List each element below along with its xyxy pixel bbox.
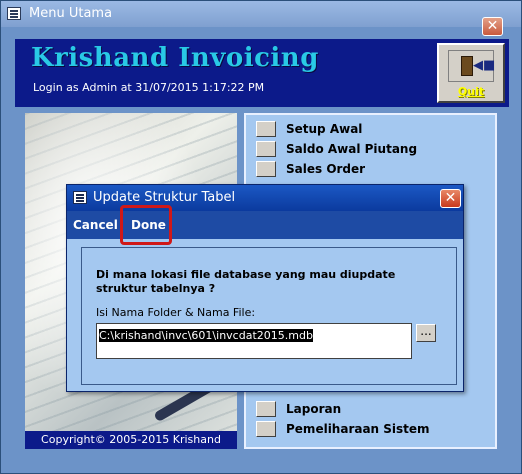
menu-item-label: Saldo Awal Piutang	[286, 142, 418, 156]
quit-button[interactable]: ◀■ Quit	[437, 43, 505, 103]
form-icon	[7, 7, 21, 20]
field-label: Isi Nama Folder & Nama File:	[96, 306, 256, 319]
menu-button[interactable]	[256, 121, 276, 137]
question-text: Di mana lokasi file database yang mau di…	[96, 268, 396, 295]
copyright-text: Copyright© 2005-2015 Krishand	[25, 431, 237, 449]
menu-button[interactable]	[256, 141, 276, 157]
quit-label: Quit	[457, 85, 485, 98]
menu-button[interactable]	[256, 401, 276, 417]
window-title: Menu Utama	[29, 6, 113, 21]
menu-item-label: Setup Awal	[286, 122, 363, 136]
update-structure-dialog: Update Struktur Tabel ✕ Cancel Done Di m…	[66, 184, 464, 392]
app-header: Krishand Invoicing Login as Admin at 31/…	[15, 39, 509, 107]
login-status: Login as Admin at 31/07/2015 1:17:22 PM	[33, 81, 265, 94]
app-title: Krishand Invoicing	[31, 43, 319, 73]
main-titlebar[interactable]: Menu Utama	[1, 1, 521, 27]
menu-button[interactable]	[256, 161, 276, 177]
cancel-label: Cancel	[73, 218, 118, 232]
close-icon[interactable]: ✕	[440, 189, 461, 208]
close-icon[interactable]: ✕	[482, 17, 503, 36]
path-input[interactable]: C:\krishand\invc\601\invcdat2015.mdb	[96, 323, 412, 359]
path-value: C:\krishand\invc\601\invcdat2015.mdb	[99, 329, 313, 342]
highlight-box	[120, 205, 172, 245]
menu-item-label: Pemeliharaan Sistem	[286, 422, 430, 436]
menu-item-label: Sales Order	[286, 162, 366, 176]
form-icon	[73, 191, 87, 204]
browse-button[interactable]: ...	[416, 324, 436, 342]
dialog-title: Update Struktur Tabel	[93, 190, 236, 205]
menu-item-label: Laporan	[286, 402, 342, 416]
exit-door-icon: ◀■	[448, 50, 495, 82]
dialog-body: Di mana lokasi file database yang mau di…	[81, 247, 457, 385]
cancel-button[interactable]: Cancel	[73, 215, 118, 235]
menu-button[interactable]	[256, 421, 276, 437]
